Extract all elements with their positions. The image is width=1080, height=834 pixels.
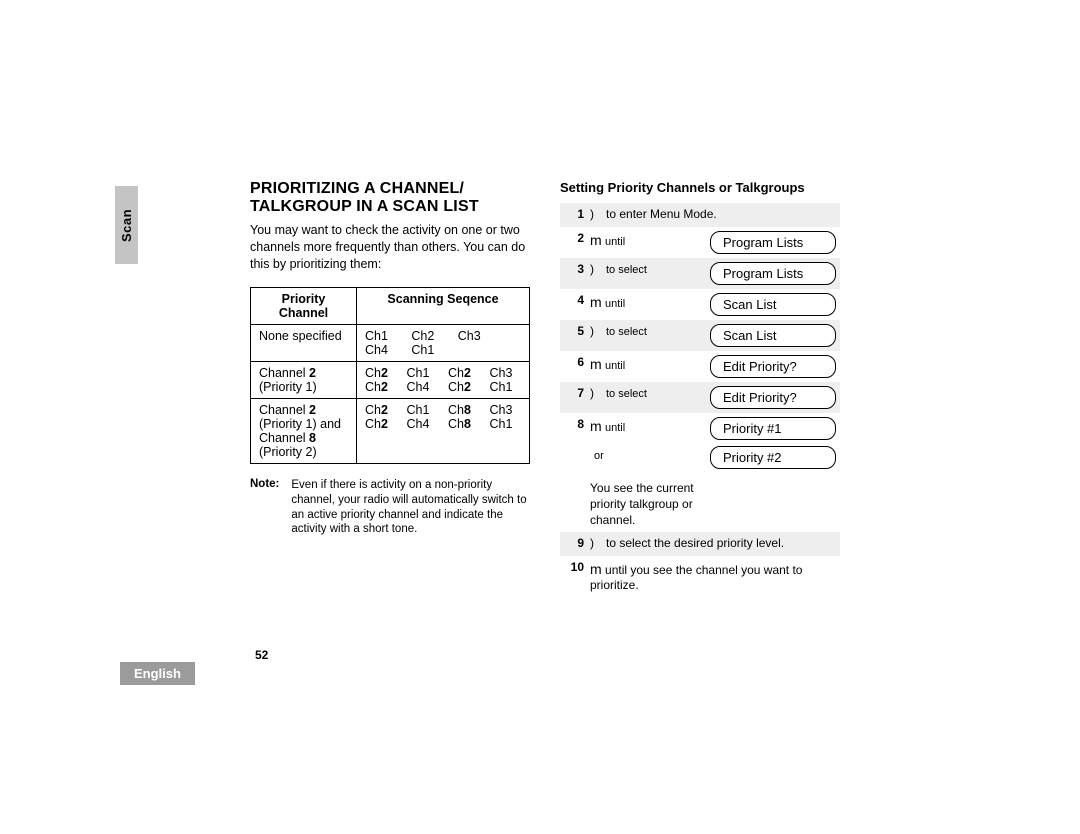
display-pill: Scan List: [710, 324, 836, 347]
display-pill: Program Lists: [710, 231, 836, 254]
step-row: 6 m until Edit Priority?: [560, 351, 840, 382]
display-pill: Priority #1: [710, 417, 836, 440]
display-pill: Priority #2: [710, 446, 836, 469]
display-pill: Program Lists: [710, 262, 836, 285]
step-row: 7 ) to select Edit Priority?: [560, 382, 840, 413]
page-footer: 52 English: [120, 648, 840, 662]
table-header-row: Priority Channel Scanning Seqence: [251, 287, 530, 324]
display-pill: Edit Priority?: [710, 355, 836, 378]
step-row: 3 ) to select Program Lists: [560, 258, 840, 289]
display-pill: Edit Priority?: [710, 386, 836, 409]
step-row: 9 ) to select the desired priority level…: [560, 532, 840, 556]
steps-list: 1 ) to enter Menu Mode. 2 m until Progra…: [560, 203, 840, 598]
table-row: Channel 2 (Priority 1) Ch2Ch1Ch2Ch3Ch2Ch…: [251, 361, 530, 398]
page-number: 52: [255, 648, 840, 662]
menu-icon: m: [590, 561, 602, 577]
page-title: PRIORITIZING A CHANNEL/ TALKGROUP IN A S…: [250, 180, 530, 216]
step-row: 5 ) to select Scan List: [560, 320, 840, 351]
scan-tab: Scan: [115, 186, 138, 264]
step-row: 8 m until or You see the current priorit…: [560, 413, 840, 533]
table-row: Channel 2 (Priority 1) and Channel 8 (Pr…: [251, 398, 530, 463]
menu-icon: m: [590, 232, 602, 248]
language-tab: English: [120, 662, 195, 685]
right-subhead: Setting Priority Channels or Talkgroups: [560, 180, 840, 195]
step-row: 4 m until Scan List: [560, 289, 840, 320]
th-priority: Priority Channel: [251, 287, 357, 324]
step-row: 2 m until Program Lists: [560, 227, 840, 258]
display-pill: Scan List: [710, 293, 836, 316]
menu-icon: m: [590, 356, 602, 372]
menu-icon: m: [590, 418, 602, 434]
table-row: None specified Ch1Ch2Ch3 Ch4Ch1: [251, 324, 530, 361]
intro-text: You may want to check the activity on on…: [250, 222, 530, 273]
menu-icon: m: [590, 294, 602, 310]
th-sequence: Scanning Seqence: [357, 287, 530, 324]
step-row: 10 m until you see the channel you want …: [560, 556, 840, 598]
step-row: 1 ) to enter Menu Mode.: [560, 203, 840, 227]
left-column: PRIORITIZING A CHANNEL/ TALKGROUP IN A S…: [120, 180, 530, 598]
note: Note: Even if there is activity on a non…: [250, 478, 530, 538]
priority-table: Priority Channel Scanning Seqence None s…: [250, 287, 530, 464]
right-column: Setting Priority Channels or Talkgroups …: [560, 180, 840, 598]
